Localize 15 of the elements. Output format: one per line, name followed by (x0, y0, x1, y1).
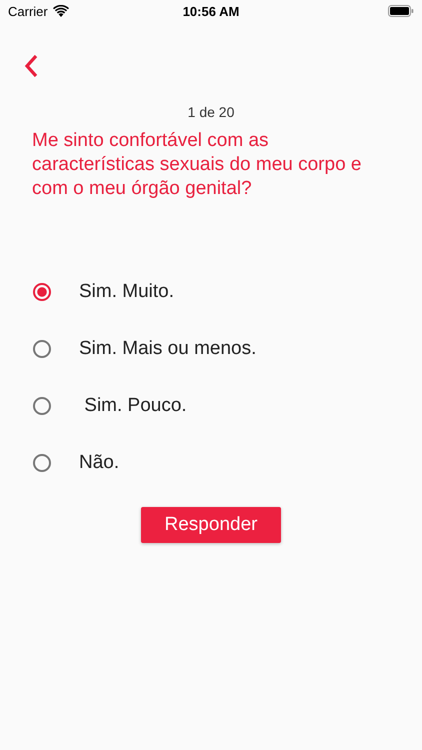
radio-button[interactable] (33, 340, 51, 358)
option-label[interactable]: Sim. Mais ou menos. (79, 338, 256, 360)
submit-button[interactable]: Responder (141, 507, 281, 543)
option-label[interactable]: Sim. Muito. (79, 280, 174, 302)
radio-button[interactable] (33, 454, 51, 472)
option-label[interactable]: Não. (79, 452, 120, 474)
radio-button[interactable] (33, 282, 51, 300)
wifi-icon (52, 5, 69, 17)
carrier-name: Carrier (8, 4, 48, 18)
status-time: 10:56 AM (182, 4, 240, 18)
battery-icon (388, 5, 414, 17)
question-counter: 1 de 20 (186, 104, 236, 120)
question-text: Me sinto confortável com as características sexuais do meu corpo e com o meu órgão genital? (31, 129, 362, 201)
option-label[interactable]: Sim. Pouco. (79, 394, 187, 416)
radio-button[interactable] (33, 396, 51, 414)
